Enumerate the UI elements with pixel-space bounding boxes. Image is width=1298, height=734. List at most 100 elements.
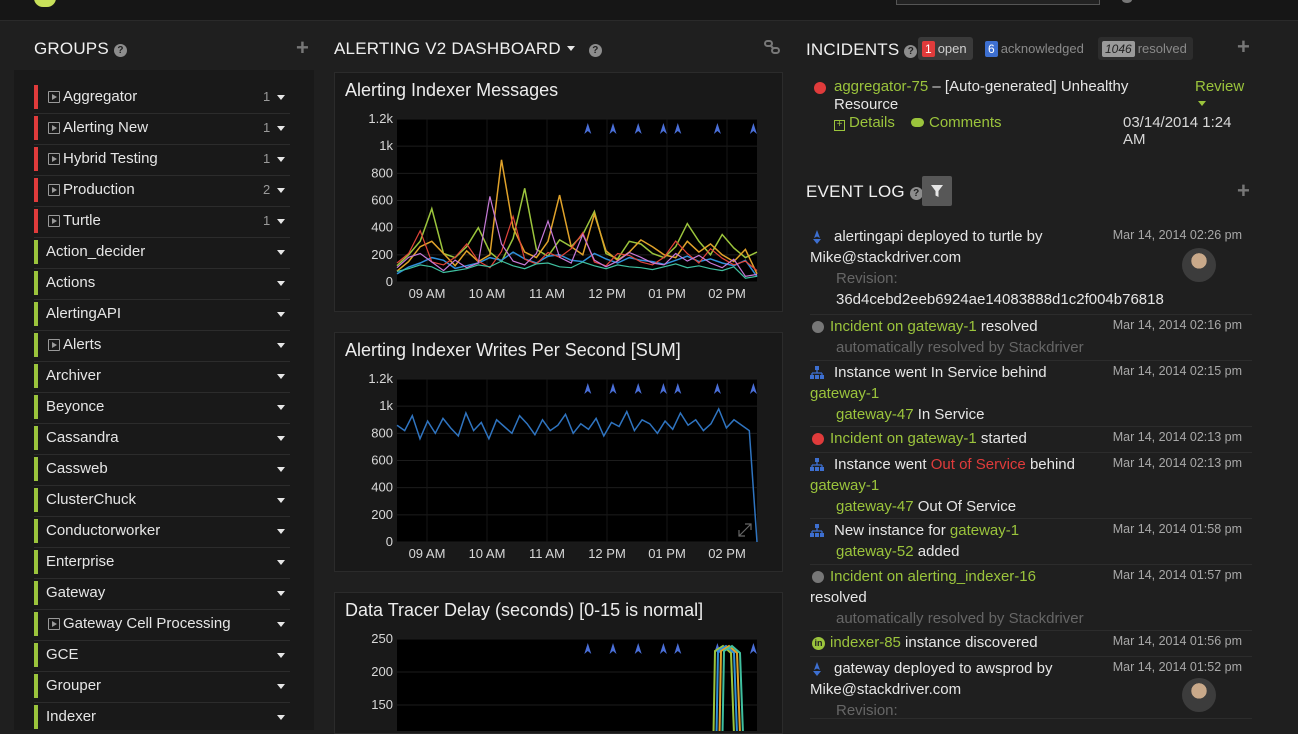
chevron-down-icon[interactable] <box>277 343 285 348</box>
chevron-down-icon[interactable] <box>277 529 285 534</box>
chevron-down-icon[interactable] <box>277 95 285 100</box>
add-event-icon[interactable]: + <box>1237 180 1250 202</box>
chevron-down-icon[interactable] <box>277 560 285 565</box>
group-item[interactable]: Alerting New 1 <box>34 113 290 145</box>
play-icon[interactable] <box>48 618 60 630</box>
event-time: Mar 14, 2014 01:56 pm <box>1112 634 1242 648</box>
chevron-down-icon[interactable] <box>277 188 285 193</box>
event-link[interactable]: Incident on gateway-1 <box>830 430 977 447</box>
incident-link[interactable]: aggregator-75 <box>834 78 928 95</box>
event-link[interactable]: gateway-1 <box>810 477 879 494</box>
stackdriver-logo-icon[interactable] <box>34 0 56 7</box>
chevron-down-icon[interactable] <box>277 126 285 131</box>
chevron-down-icon[interactable] <box>277 312 285 317</box>
group-item[interactable]: Beyonce <box>34 392 290 424</box>
x-tick-label: 02 PM <box>708 286 746 301</box>
indexer-writes-chart[interactable]: 1.2k 1k 800 600 400 200 0 09 AM 10 AM 11 AM 12 PM 0… <box>335 371 782 566</box>
event-link[interactable]: Incident on gateway-1 <box>830 318 977 335</box>
play-icon[interactable] <box>48 153 60 165</box>
group-item[interactable]: Production 2 <box>34 175 290 207</box>
group-item[interactable]: Hybrid Testing 1 <box>34 144 290 176</box>
resolved-incidents-filter[interactable]: 1046 resolved <box>1098 37 1193 60</box>
details-link[interactable]: + Details <box>834 114 895 131</box>
y-tick-label: 200 <box>371 507 393 522</box>
group-item[interactable]: Archiver <box>34 361 290 393</box>
search-input[interactable] <box>896 0 1100 5</box>
group-item[interactable]: Grouper <box>34 671 290 703</box>
acknowledged-count: 6 <box>985 41 998 57</box>
group-item[interactable]: Gateway <box>34 578 290 610</box>
group-status-bar <box>34 581 38 605</box>
y-tick-label: 600 <box>371 453 393 468</box>
chevron-down-icon[interactable] <box>277 498 285 503</box>
comments-link[interactable]: Comments <box>911 114 1002 131</box>
incident-item: aggregator-75 – [Auto-generated] Unhealt… <box>812 78 1252 148</box>
play-icon[interactable] <box>48 339 60 351</box>
group-item[interactable]: Conductorworker <box>34 516 290 548</box>
group-item[interactable]: GCE <box>34 640 290 672</box>
play-icon[interactable] <box>48 184 60 196</box>
group-item[interactable]: Indexer <box>34 702 290 730</box>
open-incidents-filter[interactable]: 1 open <box>918 37 973 60</box>
group-item[interactable]: Aggregator 1 <box>34 82 290 114</box>
avatar[interactable] <box>1182 678 1216 712</box>
group-item[interactable]: Cassandra <box>34 423 290 455</box>
group-status-bar <box>34 457 38 481</box>
groups-list: Aggregator 1 Alerting New 1 Hybrid Testing 1 P… <box>14 70 314 730</box>
x-tick-label: 10 AM <box>469 546 506 561</box>
add-group-icon[interactable]: + <box>296 37 309 59</box>
chevron-down-icon[interactable] <box>566 46 575 51</box>
group-item[interactable]: AlertingAPI <box>34 299 290 331</box>
play-icon[interactable] <box>48 91 60 103</box>
help-icon[interactable]: ? <box>904 45 918 58</box>
chevron-down-icon[interactable] <box>277 219 285 224</box>
group-item[interactable]: Alerts <box>34 330 290 362</box>
chevron-down-icon[interactable] <box>277 281 285 286</box>
help-icon[interactable]: ? <box>909 187 923 200</box>
add-incident-icon[interactable]: + <box>1237 36 1250 58</box>
dashboard-title[interactable]: ALERTING V2 DASHBOARD <box>334 39 561 58</box>
group-item[interactable]: Enterprise <box>34 547 290 579</box>
chevron-down-icon[interactable] <box>277 250 285 255</box>
group-item[interactable]: Cassweb <box>34 454 290 486</box>
review-dropdown[interactable]: Review <box>1195 78 1252 112</box>
event-link[interactable]: Incident on alerting_indexer-16 <box>830 568 1036 585</box>
event-text: instance discovered <box>900 634 1038 651</box>
event-link[interactable]: gateway-1 <box>810 385 879 402</box>
instance-link[interactable]: gateway-52 <box>836 543 914 560</box>
chevron-down-icon[interactable] <box>277 622 285 627</box>
chevron-down-icon[interactable] <box>277 591 285 596</box>
y-tick-label: 200 <box>371 247 393 262</box>
chevron-down-icon[interactable] <box>277 684 285 689</box>
group-item[interactable]: ClusterChuck <box>34 485 290 517</box>
play-icon[interactable] <box>48 215 60 227</box>
group-status-bar <box>34 333 38 357</box>
chevron-down-icon[interactable] <box>277 157 285 162</box>
link-icon[interactable] <box>764 40 780 54</box>
tracer-delay-chart[interactable]: 250 200 150 <box>335 631 782 731</box>
help-icon[interactable]: ? <box>588 44 602 57</box>
group-item[interactable]: Actions <box>34 268 290 300</box>
help-icon[interactable]: ? <box>113 44 127 57</box>
user-menu-icon[interactable] <box>1122 0 1132 3</box>
chevron-down-icon[interactable] <box>277 715 285 720</box>
group-item[interactable]: Action_decider <box>34 237 290 269</box>
instance-link[interactable]: gateway-47 <box>836 498 914 515</box>
chevron-down-icon[interactable] <box>277 467 285 472</box>
chevron-down-icon[interactable] <box>277 405 285 410</box>
group-name: Cassandra <box>46 429 119 446</box>
indexer-messages-chart[interactable]: 1.2k 1k 800 600 400 200 0 09 AM 10 AM 11 AM 12 PM 0… <box>335 111 782 306</box>
play-icon[interactable] <box>48 122 60 134</box>
event-link[interactable]: indexer-85 <box>830 634 901 651</box>
group-item[interactable]: Turtle 1 <box>34 206 290 238</box>
filter-button[interactable] <box>922 176 952 206</box>
chevron-down-icon[interactable] <box>277 374 285 379</box>
avatar[interactable] <box>1182 248 1216 282</box>
chevron-down-icon[interactable] <box>277 436 285 441</box>
instance-link[interactable]: gateway-47 <box>836 406 914 423</box>
chevron-down-icon[interactable] <box>277 653 285 658</box>
group-item[interactable]: Gateway Cell Processing <box>34 609 290 641</box>
acknowledged-incidents-filter[interactable]: 6 acknowledged <box>981 37 1090 60</box>
event-link[interactable]: gateway-1 <box>950 522 1019 539</box>
event-text: New instance for <box>834 522 950 539</box>
